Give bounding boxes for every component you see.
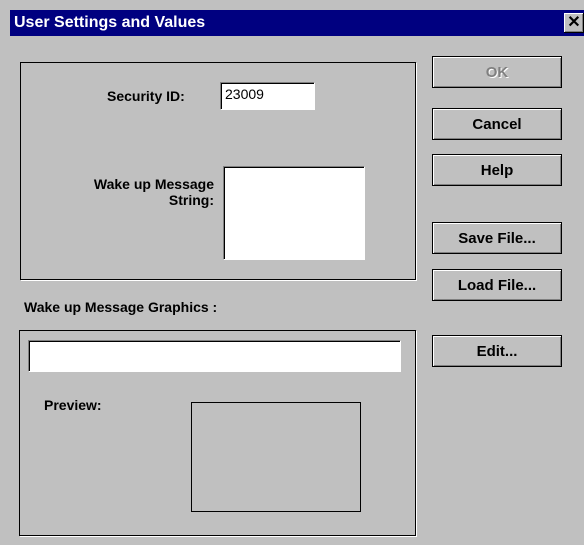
graphics-path-field[interactable]: [28, 340, 401, 372]
close-button[interactable]: ✕: [564, 13, 584, 33]
help-button[interactable]: Help: [432, 154, 562, 186]
preview-box: [191, 402, 361, 512]
security-id-field[interactable]: 23009: [220, 82, 315, 110]
ok-button[interactable]: OK: [432, 56, 562, 88]
preview-label: Preview:: [44, 397, 102, 413]
edit-button[interactable]: Edit...: [432, 335, 562, 367]
cancel-button[interactable]: Cancel: [432, 108, 562, 140]
wakeup-string-field[interactable]: [223, 166, 365, 260]
load-file-button[interactable]: Load File...: [432, 269, 562, 301]
dialog-client: Security ID: 23009 Wake up Message Strin…: [10, 36, 584, 545]
title-bar[interactable]: User Settings and Values ✕: [10, 10, 584, 36]
wakeup-graphics-label: Wake up Message Graphics :: [24, 299, 218, 315]
wakeup-string-label: Wake up Message String:: [93, 176, 214, 208]
close-icon: ✕: [567, 14, 581, 31]
save-file-button[interactable]: Save File...: [432, 222, 562, 254]
security-id-label: Security ID:: [107, 88, 185, 104]
dialog-window: User Settings and Values ✕ Security ID: …: [0, 0, 584, 545]
window-title: User Settings and Values: [14, 14, 206, 31]
